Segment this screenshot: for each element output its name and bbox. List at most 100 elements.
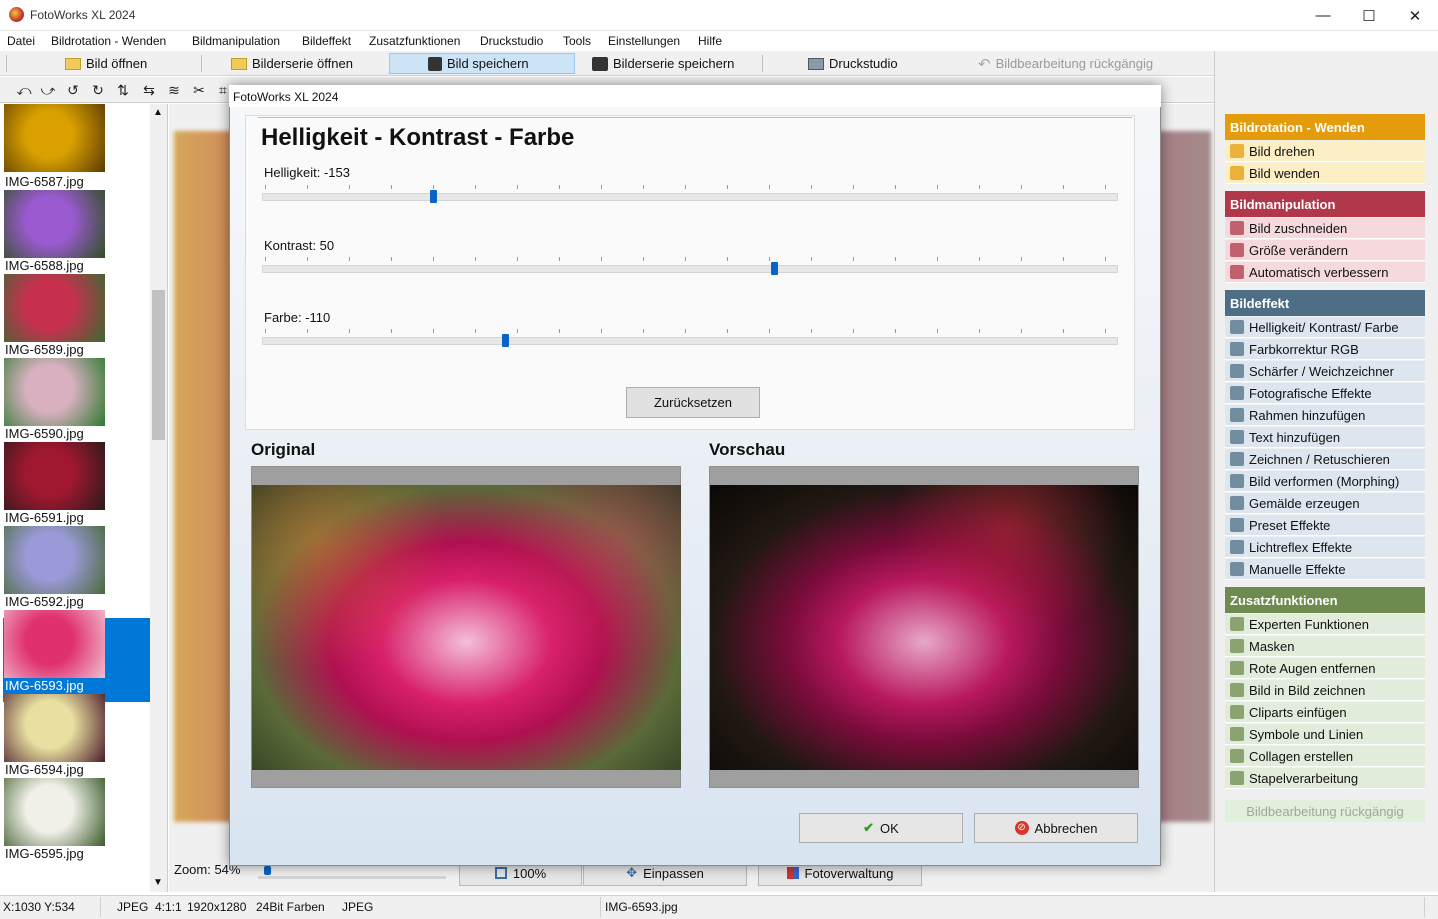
thumbnail-label[interactable]: IMG-6593.jpg [5,678,84,693]
slider-tick [391,185,392,189]
thumbnail-label[interactable]: IMG-6594.jpg [5,762,84,777]
flip-horizontal-icon[interactable]: ⇆ [141,82,157,98]
thumbnail-label[interactable]: IMG-6590.jpg [5,426,84,441]
panel-item[interactable]: Farbkorrektur RGB [1225,339,1425,360]
panel-item[interactable]: Symbole und Linien [1225,724,1425,745]
thumbnail-image[interactable] [4,274,105,342]
thumbnail-label[interactable]: IMG-6595.jpg [5,846,84,861]
scroll-up-icon[interactable]: ▲ [153,107,163,118]
panel-item[interactable]: Größe verändern [1225,240,1425,261]
color-slider-knob[interactable] [502,334,510,347]
contrast-slider[interactable] [262,265,1118,273]
section-header[interactable]: Bildeffekt [1225,290,1425,316]
menu-bildeffekt[interactable]: Bildeffekt [302,34,351,48]
thumbnail-label[interactable]: IMG-6591.jpg [5,510,84,525]
thumbnail-image[interactable] [4,442,105,510]
panel-item[interactable]: Gemälde erzeugen [1225,493,1425,514]
crop-scissors-icon[interactable]: ✂ [191,82,207,98]
thumbnail-label[interactable]: IMG-6588.jpg [5,258,84,273]
slider-tick [601,329,602,333]
app-logo-icon [9,7,24,22]
panel-item[interactable]: Preset Effekte [1225,515,1425,536]
menu-tools[interactable]: Tools [563,34,591,48]
panel-item-label: Bild wenden [1249,166,1320,181]
panel-item[interactable]: Text hinzufügen [1225,427,1425,448]
panel-item[interactable]: Stapelverarbeitung [1225,768,1425,789]
menu-hilfe[interactable]: Hilfe [698,34,722,48]
slider-tick [265,185,266,189]
minimize-button[interactable]: — [1300,0,1346,31]
panel-item[interactable]: Lichtreflex Effekte [1225,537,1425,558]
panel-item[interactable]: Bild drehen [1225,141,1425,162]
open-series-button[interactable]: Bilderserie öffnen [229,53,379,74]
scroll-down-icon[interactable]: ▼ [153,877,163,888]
menu-bildrotation[interactable]: Bildrotation - Wenden [51,34,166,48]
panel-item[interactable]: Rahmen hinzufügen [1225,405,1425,426]
panel-item[interactable]: Zeichnen / Retuschieren [1225,449,1425,470]
panel-item[interactable]: Bild verformen (Morphing) [1225,471,1425,492]
save-series-button[interactable]: Bilderserie speichern [590,53,750,74]
thumbnail-label[interactable]: IMG-6589.jpg [5,342,84,357]
zoom-slider[interactable] [258,876,446,879]
cancel-button[interactable]: ⊘ Abbrechen [974,813,1138,843]
straighten-icon[interactable]: ≋ [166,82,182,98]
open-image-button[interactable]: Bild öffnen [63,53,193,74]
thumbnail-label[interactable]: IMG-6587.jpg [5,174,84,189]
undo-icon: ↶ [978,55,991,73]
menu-datei[interactable]: Datei [7,34,35,48]
brightness-slider[interactable] [262,193,1118,201]
save-image-button[interactable]: Bild speichern [389,53,575,74]
close-button[interactable]: ✕ [1392,0,1438,31]
undo-button[interactable]: ↶ Bildbearbeitung rückgängig [976,53,1176,74]
section-header[interactable]: Bildmanipulation [1225,191,1425,217]
thumbnail-scrollbar[interactable] [150,104,167,892]
panel-item[interactable]: Rote Augen entfernen [1225,658,1425,679]
panel-item[interactable]: Automatisch verbessern [1225,262,1425,283]
panel-item[interactable]: Experten Funktionen [1225,614,1425,635]
slider-tick [559,329,560,333]
contrast-slider-knob[interactable] [770,262,778,275]
panel-item[interactable]: Bild zuschneiden [1225,218,1425,239]
rotate-ccw-icon[interactable]: ↺ [65,82,81,98]
panel-item[interactable]: Cliparts einfügen [1225,702,1425,723]
panel-item[interactable]: Masken [1225,636,1425,657]
rotate-right-icon[interactable]: ⤻ [40,82,56,98]
zoom-slider-knob[interactable] [264,866,271,875]
thumbnail-image[interactable] [4,778,105,846]
thumbnail-label[interactable]: IMG-6592.jpg [5,594,84,609]
brightness-slider-knob[interactable] [430,190,438,203]
panel-item[interactable]: Collagen erstellen [1225,746,1425,767]
scrollbar-thumb[interactable] [152,290,165,440]
menu-zusatzfunktionen[interactable]: Zusatzfunktionen [369,34,460,48]
reset-button[interactable]: Zurücksetzen [626,387,760,418]
panel-item[interactable]: Fotografische Effekte [1225,383,1425,404]
thumbnail-image[interactable] [4,358,105,426]
panel-item[interactable]: Bild in Bild zeichnen [1225,680,1425,701]
section-header[interactable]: Bildrotation - Wenden [1225,114,1425,140]
thumbnail-image[interactable] [4,694,105,762]
slider-tick [1063,257,1064,261]
ok-button[interactable]: ✔ OK [799,813,963,843]
menu-druckstudio[interactable]: Druckstudio [480,34,543,48]
panel-item[interactable]: Manuelle Effekte [1225,559,1425,580]
section-header[interactable]: Zusatzfunktionen [1225,587,1425,613]
rotate-cw-icon[interactable]: ↻ [90,82,106,98]
thumbnail-image[interactable] [4,610,105,678]
print-studio-button[interactable]: Druckstudio [806,53,926,74]
menu-einstellungen[interactable]: Einstellungen [608,34,680,48]
panel-item[interactable]: Bild wenden [1225,163,1425,184]
slider-tick [349,257,350,261]
thumbnail-image[interactable] [4,526,105,594]
panel-item[interactable]: Helligkeit/ Kontrast/ Farbe [1225,317,1425,338]
color-slider[interactable] [262,337,1118,345]
rotate-left-icon[interactable]: ⤺ [16,82,32,98]
panel-undo-button[interactable]: Bildbearbeitung rückgängig [1225,800,1425,822]
slider-tick [853,185,854,189]
flip-vertical-icon[interactable]: ⇅ [115,82,131,98]
maximize-button[interactable]: ☐ [1346,0,1392,31]
slider-tick [307,257,308,261]
panel-item[interactable]: Schärfer / Weichzeichner [1225,361,1425,382]
thumbnail-image[interactable] [4,190,105,258]
menu-bildmanipulation[interactable]: Bildmanipulation [192,34,280,48]
thumbnail-image[interactable] [4,104,105,172]
